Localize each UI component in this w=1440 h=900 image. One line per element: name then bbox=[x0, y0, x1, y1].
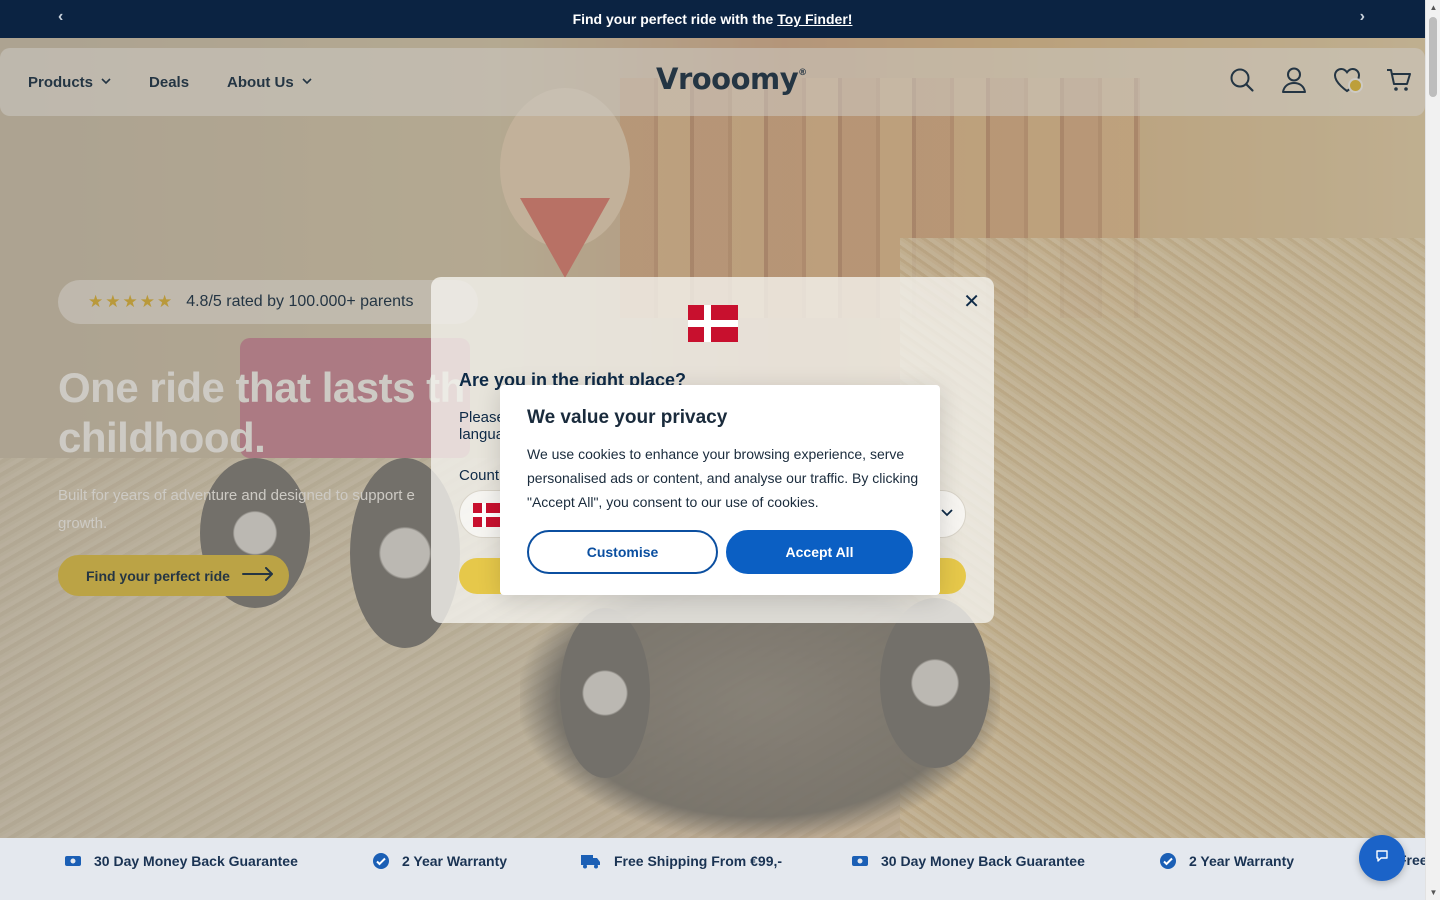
scroll-up-arrow-icon[interactable]: ▲ bbox=[1426, 0, 1440, 15]
chat-button[interactable] bbox=[1359, 835, 1405, 881]
usp-item: 30 Day Money Back Guarantee bbox=[64, 852, 298, 870]
usp-label: 30 Day Money Back Guarantee bbox=[94, 853, 298, 869]
money-icon bbox=[851, 852, 869, 870]
usp-item: 2 Year Warranty bbox=[1159, 852, 1294, 870]
page-scrollbar[interactable]: ▲ ▼ bbox=[1425, 0, 1440, 900]
announcement-text: Find your perfect ride with the bbox=[572, 11, 774, 27]
usp-label: 2 Year Warranty bbox=[1189, 853, 1295, 869]
usp-label: 2 Year Warranty bbox=[402, 853, 508, 869]
accept-all-button[interactable]: Accept All bbox=[726, 530, 913, 574]
chat-bubble-icon bbox=[1375, 849, 1389, 868]
toy-finder-link[interactable]: Toy Finder! bbox=[777, 11, 852, 27]
scroll-down-arrow-icon[interactable]: ▼ bbox=[1426, 885, 1440, 900]
money-icon bbox=[64, 852, 82, 870]
denmark-flag-icon bbox=[473, 503, 501, 527]
close-icon[interactable]: ✕ bbox=[963, 289, 980, 314]
denmark-flag-icon bbox=[688, 305, 738, 342]
usp-label: 30 Day Money Back Guarantee bbox=[881, 853, 1085, 869]
usp-item: 30 Day Money Back Guarantee bbox=[851, 852, 1085, 870]
usp-item: 2 Year Warranty bbox=[372, 852, 507, 870]
usp-label: Free Shipping From €99,- bbox=[614, 853, 783, 869]
check-badge-icon bbox=[1159, 852, 1177, 870]
cookie-consent-dialog: We value your privacy We use cookies to … bbox=[500, 385, 940, 595]
announcement-bar: ‹ Find your perfect ride with the Toy Fi… bbox=[0, 0, 1425, 38]
cookie-dialog-body: We use cookies to enhance your browsing … bbox=[527, 446, 919, 510]
check-badge-icon bbox=[372, 852, 390, 870]
country-label: Count bbox=[459, 467, 500, 484]
truck-icon bbox=[580, 852, 602, 870]
chevron-down-icon bbox=[941, 505, 953, 520]
customise-button[interactable]: Customise bbox=[527, 530, 718, 574]
scrollbar-thumb[interactable] bbox=[1429, 17, 1437, 97]
cookie-dialog-title: We value your privacy bbox=[527, 407, 728, 428]
announcement-prev-arrow[interactable]: ‹ bbox=[58, 8, 63, 26]
announcement-next-arrow[interactable]: › bbox=[1360, 8, 1365, 26]
usp-bar: 30 Day Money Back Guarantee 2 Year Warra… bbox=[0, 838, 1425, 900]
usp-item: Free Shipping From €99,- bbox=[580, 852, 782, 870]
